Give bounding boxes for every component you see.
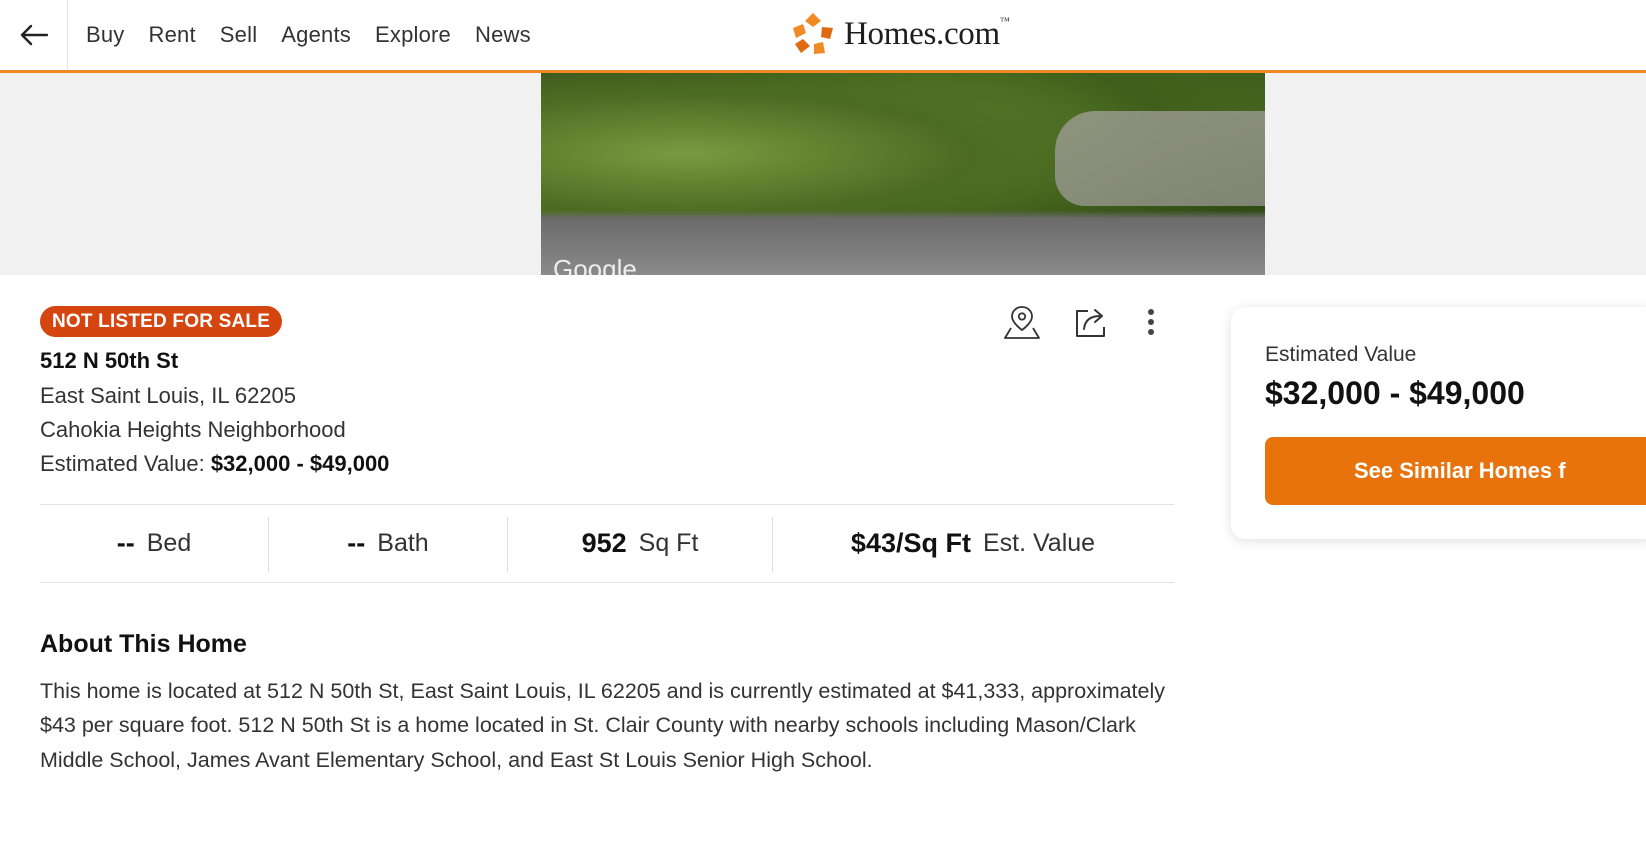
baths-label: Bath — [377, 529, 429, 557]
ppsf-label: Est. Value — [982, 529, 1096, 557]
about-description: This home is located at 512 N 50th St, E… — [40, 679, 1166, 772]
google-watermark: Google — [553, 254, 637, 275]
nav-buy[interactable]: Buy — [86, 22, 125, 48]
back-button[interactable] — [0, 0, 68, 70]
sqft-label: Sq Ft — [638, 529, 699, 557]
address-street: 512 N 50th St — [40, 348, 179, 373]
driveway-shape — [1055, 111, 1265, 206]
nav-explore[interactable]: Explore — [375, 22, 451, 48]
stat-baths: -- Bath — [269, 505, 507, 582]
see-similar-homes-button[interactable]: See Similar Homes f — [1265, 437, 1646, 505]
homes-logo-icon — [793, 13, 833, 54]
top-header: Buy Rent Sell Agents Explore News Homes.… — [0, 0, 1646, 73]
nav-sell[interactable]: Sell — [220, 22, 258, 48]
logo-text: Homes.com — [844, 15, 1000, 52]
nav-agents[interactable]: Agents — [281, 22, 351, 48]
logo-trademark: ™ — [999, 15, 1010, 27]
nav-news[interactable]: News — [475, 22, 531, 48]
homes-logo[interactable]: Homes.com™ — [790, 8, 1010, 60]
stat-beds: -- Bed — [40, 505, 268, 582]
beds-label: Bed — [146, 529, 192, 557]
address-city: East Saint Louis, IL 62205 — [40, 383, 297, 408]
stat-sqft: 952 Sq Ft — [508, 505, 772, 582]
sqft-value: 952 — [581, 528, 627, 558]
estimated-value-line: Estimated Value: $32,000 - $49,000 — [40, 451, 389, 477]
main-nav: Buy Rent Sell Agents Explore News — [86, 0, 531, 70]
baths-value: -- — [347, 528, 366, 558]
neighborhood-link[interactable]: Cahokia Heights Neighborhood — [40, 417, 346, 443]
more-options-button[interactable] — [1129, 300, 1173, 344]
ppsf-value: $43/Sq Ft — [850, 528, 971, 558]
card-value: $32,000 - $49,000 — [1265, 375, 1525, 411]
card-label: Estimated Value — [1265, 343, 1417, 366]
street-view-photo[interactable]: Google — [541, 73, 1265, 275]
estimated-value-label: Estimated Value: — [40, 451, 205, 476]
map-pin-icon — [1004, 306, 1040, 339]
hero-banner: Google — [0, 73, 1646, 275]
estimated-value-card: Estimated Value $32,000 - $49,000 See Si… — [1231, 307, 1646, 539]
back-arrow-icon — [20, 24, 48, 46]
nav-rent[interactable]: Rent — [149, 22, 196, 48]
more-vertical-icon — [1148, 309, 1154, 335]
share-icon — [1076, 309, 1105, 337]
beds-value: -- — [116, 528, 135, 558]
estimated-value-range: $32,000 - $49,000 — [210, 451, 390, 476]
about-heading: About This Home — [40, 630, 247, 658]
status-badge: NOT LISTED FOR SALE — [40, 306, 283, 337]
map-button[interactable] — [1000, 300, 1044, 344]
stat-price-per-sqft: $43/Sq Ft Est. Value — [773, 505, 1173, 582]
share-button[interactable] — [1069, 300, 1113, 344]
property-stats-bar: -- Bed -- Bath 952 Sq Ft $43/Sq Ft Est. … — [40, 504, 1174, 583]
